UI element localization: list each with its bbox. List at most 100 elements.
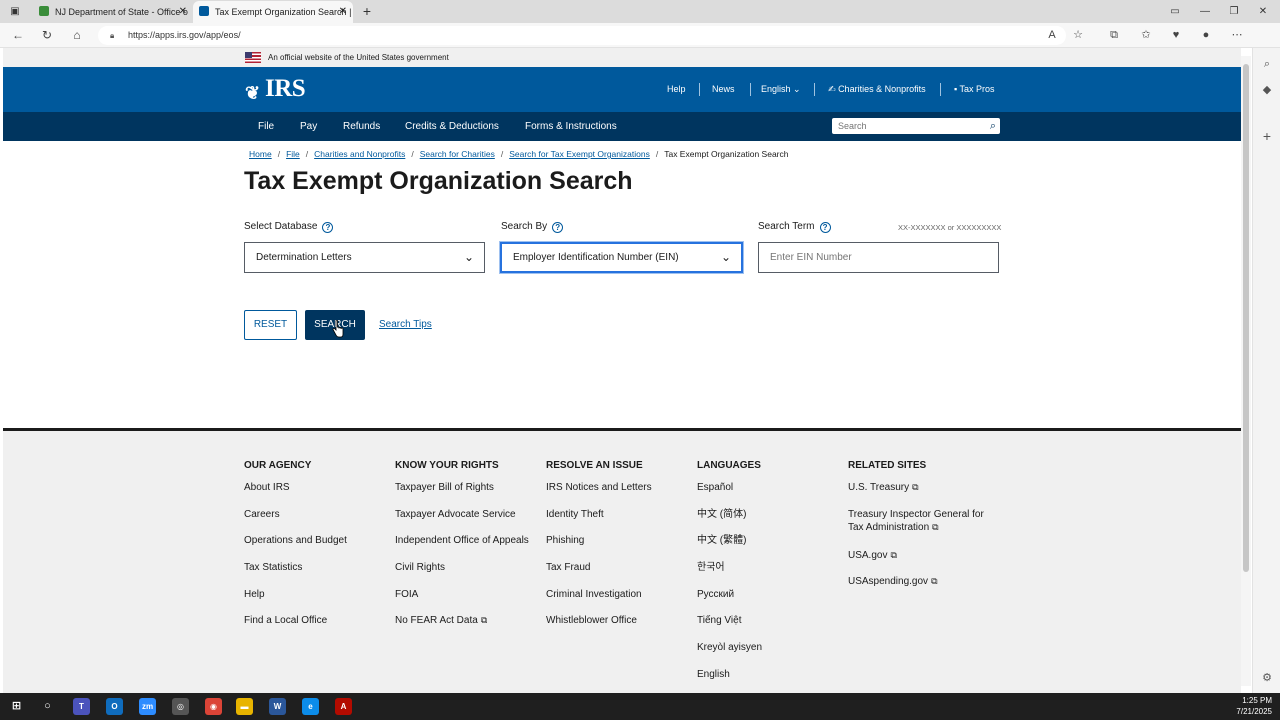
file-explorer-icon[interactable]: ▬ <box>236 698 253 715</box>
footer-link[interactable]: Tax Fraud <box>546 561 652 588</box>
teams-icon[interactable]: T <box>73 698 90 715</box>
footer-link[interactable]: USAspending.gov ⧉ <box>848 575 998 602</box>
nav-file[interactable]: File <box>258 112 274 141</box>
edge-icon[interactable]: e <box>302 698 319 715</box>
irs-header: ❦ IRS Help News English ⌄ ✍ Charities & N… <box>3 67 1241 112</box>
help-question-icon[interactable]: ? <box>322 222 334 233</box>
external-link-icon: ⧉ <box>931 576 938 587</box>
more-menu-icon[interactable]: ⋯ <box>1226 23 1248 48</box>
news-link[interactable]: News <box>712 67 735 112</box>
irs-logo[interactable]: ❦ IRS <box>245 75 306 105</box>
help-question-icon[interactable]: ? <box>552 222 564 233</box>
profile-avatar-icon[interactable]: ● <box>1195 23 1217 48</box>
footer-link[interactable]: About IRS <box>244 481 347 508</box>
footer-link[interactable]: Criminal Investigation <box>546 588 652 615</box>
close-tab-icon[interactable]: ✕ <box>179 1 187 23</box>
page-scrollbar[interactable] <box>1241 56 1251 686</box>
footer-link[interactable]: Help <box>244 588 347 615</box>
help-link[interactable]: Help <box>667 67 686 112</box>
language-link[interactable]: Tiếng Việt <box>697 614 762 641</box>
language-link[interactable]: Español <box>697 481 762 508</box>
copilot-icon[interactable]: ▭ <box>1160 0 1190 23</box>
search-by-select[interactable]: Employer Identification Number (EIN) ⌄ <box>500 242 743 273</box>
language-menu[interactable]: English ⌄ <box>761 67 801 112</box>
favorites-icon[interactable]: ✩ <box>1135 23 1157 48</box>
language-link[interactable]: 中文 (简体) <box>697 508 762 535</box>
language-link[interactable]: 中文 (繁體) <box>697 534 762 561</box>
add-sidebar-icon[interactable]: + <box>1253 128 1280 144</box>
app-icon[interactable]: ◎ <box>172 698 189 715</box>
database-select[interactable]: Determination Letters ⌄ <box>244 242 485 273</box>
footer-link[interactable]: Treasury Inspector General for Tax Admin… <box>848 508 998 549</box>
page-title: Tax Exempt Organization Search <box>244 167 633 195</box>
language-link[interactable]: Kreyòl ayisyen <box>697 641 762 668</box>
hand-cursor-icon <box>332 320 344 338</box>
favorite-star-icon[interactable]: ☆ <box>1067 23 1089 48</box>
language-link[interactable]: Русский <box>697 588 762 615</box>
breadcrumb-file[interactable]: File <box>286 149 300 159</box>
footer-link[interactable]: Civil Rights <box>395 561 529 588</box>
database-label: Select Database? <box>244 221 334 233</box>
footer-link[interactable]: U.S. Treasury ⧉ <box>848 481 998 508</box>
footer-link[interactable]: Operations and Budget <box>244 534 347 561</box>
ein-search-input[interactable] <box>758 242 999 273</box>
settings-gear-icon[interactable]: ⚙ <box>1253 671 1280 684</box>
home-icon[interactable]: ⌂ <box>66 23 88 48</box>
footer-link[interactable]: IRS Notices and Letters <box>546 481 652 508</box>
footer-link[interactable]: FOIA <box>395 588 529 615</box>
search-tips-link[interactable]: Search Tips <box>379 319 432 330</box>
search-sidebar-icon[interactable]: ⌕ <box>1253 58 1280 71</box>
word-icon[interactable]: W <box>269 698 286 715</box>
extensions-icon[interactable]: ⧉ <box>1103 23 1125 48</box>
maximize-icon[interactable]: ❐ <box>1219 0 1249 23</box>
help-question-icon[interactable]: ? <box>819 222 831 233</box>
breadcrumb-charities[interactable]: Charities and Nonprofits <box>314 149 405 159</box>
breadcrumb-search-charities[interactable]: Search for Charities <box>420 149 495 159</box>
footer-link[interactable]: Independent Office of Appeals <box>395 534 529 561</box>
acrobat-icon[interactable]: A <box>335 698 352 715</box>
search-icon[interactable]: ○ <box>39 698 56 715</box>
refresh-icon[interactable]: ↻ <box>36 23 58 48</box>
close-window-icon[interactable]: ✕ <box>1248 0 1278 23</box>
close-tab-icon[interactable]: ✕ <box>339 1 347 23</box>
footer-link[interactable]: Whistleblower Office <box>546 614 652 641</box>
footer-link[interactable]: USA.gov ⧉ <box>848 549 998 576</box>
chrome-icon[interactable]: ◉ <box>205 698 222 715</box>
read-aloud-icon[interactable]: A <box>1041 23 1063 48</box>
footer-link[interactable]: Taxpayer Advocate Service <box>395 508 529 535</box>
charities-link[interactable]: ✍ Charities & Nonprofits <box>828 67 926 112</box>
nav-credits-deductions[interactable]: Credits & Deductions <box>405 112 499 141</box>
nav-forms-instructions[interactable]: Forms & Instructions <box>525 112 617 141</box>
browser-tab-nj[interactable]: NJ Department of State - Office o ✕ <box>33 1 193 23</box>
browser-essentials-icon[interactable]: ♥ <box>1165 23 1187 48</box>
outlook-icon[interactable]: O <box>106 698 123 715</box>
address-bar[interactable]: 🔒︎ https://apps.irs.gov/app/eos/ <box>98 26 1066 45</box>
minimize-icon[interactable]: — <box>1190 0 1220 23</box>
site-search-input[interactable] <box>832 118 977 134</box>
footer-link[interactable]: Taxpayer Bill of Rights <box>395 481 529 508</box>
zoom-icon[interactable]: zm <box>139 698 156 715</box>
language-link[interactable]: 한국어 <box>697 561 762 588</box>
nav-pay[interactable]: Pay <box>300 112 317 141</box>
tax-pros-link[interactable]: ▪ Tax Pros <box>954 67 995 112</box>
footer-link[interactable]: Phishing <box>546 534 652 561</box>
nav-refunds[interactable]: Refunds <box>343 112 380 141</box>
copilot-sidebar-icon[interactable]: ◆ <box>1253 83 1280 96</box>
breadcrumb-search-tax-exempt[interactable]: Search for Tax Exempt Organizations <box>509 149 650 159</box>
language-link[interactable]: English <box>697 668 762 695</box>
scrollbar-thumb[interactable] <box>1243 64 1249 572</box>
back-icon[interactable]: ← <box>7 23 29 48</box>
tab-actions-icon[interactable]: ▣ <box>2 0 28 23</box>
footer-link[interactable]: No FEAR Act Data ⧉ <box>395 614 529 641</box>
system-clock[interactable]: 1:25 PM 7/21/2025 <box>1236 695 1272 717</box>
search-icon[interactable]: ⌕ <box>990 118 996 134</box>
breadcrumb-home[interactable]: Home <box>249 149 272 159</box>
footer-link[interactable]: Identity Theft <box>546 508 652 535</box>
reset-button[interactable]: RESET <box>244 310 297 340</box>
windows-start-icon[interactable]: ⊞ <box>8 698 25 715</box>
browser-tab-irs[interactable]: Tax Exempt Organization Search | ✕ <box>193 1 353 23</box>
footer-link[interactable]: Tax Statistics <box>244 561 347 588</box>
new-tab-icon[interactable]: + <box>355 0 379 23</box>
footer-link[interactable]: Careers <box>244 508 347 535</box>
footer-link[interactable]: Find a Local Office <box>244 614 347 641</box>
